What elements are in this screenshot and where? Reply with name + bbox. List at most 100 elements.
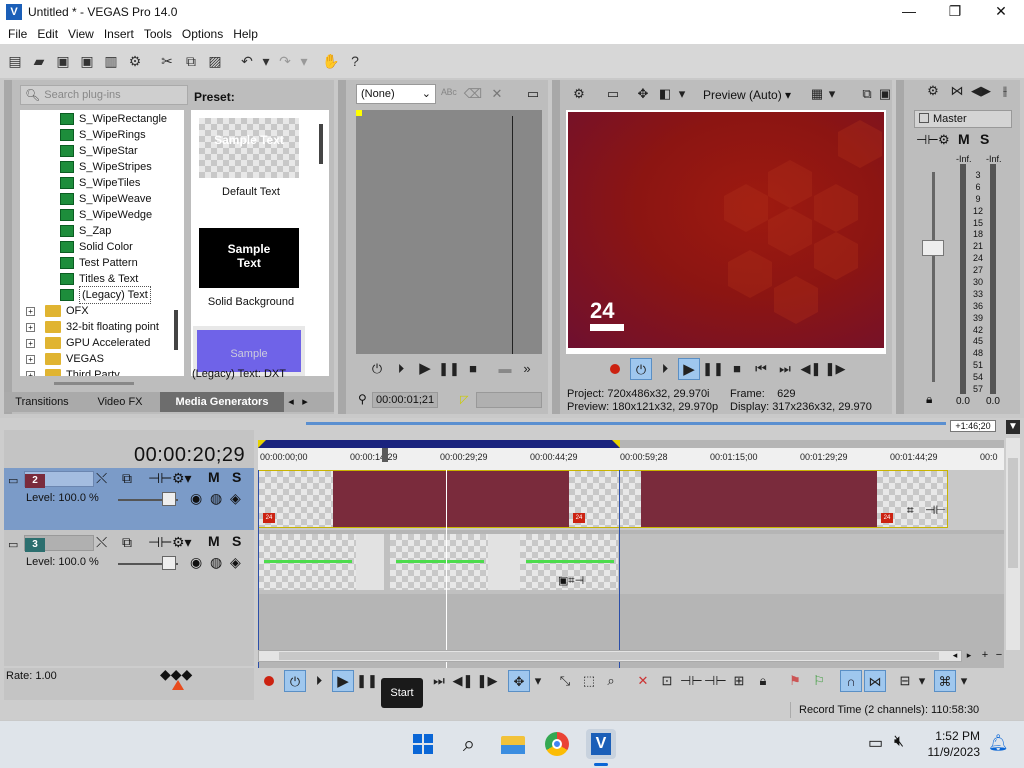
tab-scroll-right-icon[interactable]: ▸ — [298, 392, 312, 412]
make-compositing-child-icon[interactable]: ◍ — [210, 490, 222, 507]
grid-dropdown-icon[interactable]: ▾ — [826, 83, 838, 105]
panel-grip[interactable] — [552, 80, 560, 414]
trimmer-timecode[interactable]: 00:00:01;21 — [372, 392, 438, 408]
record-icon[interactable] — [610, 364, 620, 374]
vscroll-thumb[interactable] — [1008, 458, 1018, 568]
next-frame-icon[interactable]: ❚▶ — [824, 358, 846, 380]
tab-scroll-left-icon[interactable]: ◂ — [284, 392, 298, 412]
eraser-icon[interactable]: ⌫ — [462, 83, 484, 105]
search-icon[interactable]: ⌕ — [454, 729, 484, 759]
master-fader-handle[interactable] — [922, 240, 944, 256]
trim-end-icon[interactable]: ⊣⊢ — [704, 670, 727, 692]
previous-frame-icon[interactable]: ◀❚ — [452, 670, 474, 692]
tree-item[interactable]: S_WipeRings — [60, 127, 184, 143]
delete-x-icon[interactable]: ✕ — [486, 83, 508, 105]
mixer-fader-icon[interactable]: ⫲ — [994, 80, 1016, 102]
scroll-left-icon[interactable]: ◂ — [948, 650, 962, 662]
external-monitor-icon[interactable]: ▭ — [602, 83, 624, 105]
trimmer-length-field[interactable] — [476, 392, 542, 408]
track-level-handle[interactable] — [162, 556, 176, 570]
loop-playback-icon[interactable]: ⏻ — [630, 358, 652, 380]
auto-crossfade-icon[interactable]: ⋈ — [864, 670, 886, 692]
file-explorer-icon[interactable] — [498, 729, 528, 759]
make-compositing-parent-icon[interactable]: ◈ — [230, 490, 241, 507]
track-mute-button[interactable]: M — [208, 469, 220, 485]
envelopes-dropdown-icon[interactable]: ▾ — [958, 670, 970, 692]
compositing-mode-icon[interactable]: ◉ — [190, 490, 202, 507]
menu-view[interactable]: View — [68, 27, 94, 41]
preview-quality-select[interactable]: Preview (Auto) ▾ — [703, 88, 791, 102]
previous-frame-icon[interactable]: ◀❚ — [800, 358, 822, 380]
fx-gear-icon[interactable]: ⚙ — [938, 132, 950, 148]
go-to-end-icon[interactable]: ⏭ — [428, 670, 450, 692]
open-folder-icon[interactable]: ▰ — [30, 52, 48, 70]
play-from-start-icon[interactable]: ⏵ — [654, 358, 676, 380]
scroll-right-icon[interactable]: ▸ — [962, 650, 976, 662]
envelope-tool-icon[interactable]: ⤡ — [554, 670, 576, 692]
insert-marker-icon[interactable]: ⚑ — [784, 670, 806, 692]
add-to-timeline-icon[interactable]: ▬ — [494, 358, 516, 380]
tree-scrollbar[interactable] — [174, 310, 178, 350]
timeline-menu-icon[interactable]: ▼ — [1006, 420, 1020, 434]
tree-item[interactable]: S_WipeWeave — [60, 191, 184, 207]
tree-item[interactable]: Solid Color — [60, 239, 184, 255]
close-icon[interactable]: ✕ — [978, 0, 1024, 24]
tree-item-selected[interactable]: (Legacy) Text — [60, 286, 184, 304]
event-fx-icon[interactable]: ⊣⊢ — [925, 503, 946, 517]
zoom-in-icon[interactable]: + — [978, 650, 992, 662]
text-event[interactable]: ▣⌗⊣ — [258, 534, 618, 592]
tab-transitions[interactable]: Transitions — [4, 392, 80, 412]
redo-dropdown-icon[interactable]: ▾ — [300, 52, 308, 70]
tree-item[interactable]: S_WipeWedge — [60, 207, 184, 223]
undo-icon[interactable]: ↶ — [238, 52, 256, 70]
compositing-mode-icon[interactable]: ◉ — [190, 554, 202, 571]
mixer-downmix-icon[interactable]: ◀▶ — [970, 80, 992, 102]
track-fx-gear-icon[interactable]: ⚙▾ — [172, 534, 192, 551]
panel-grip[interactable] — [338, 80, 346, 414]
stop-icon[interactable]: ■ — [462, 358, 484, 380]
windows-start-icon[interactable] — [408, 729, 438, 759]
vegas-taskbar-icon[interactable]: V — [586, 729, 616, 759]
timeline-cursor-line[interactable] — [446, 470, 447, 668]
play-icon[interactable]: ▶ — [332, 670, 354, 692]
pause-icon[interactable]: ❚❚ — [438, 358, 460, 380]
mixer-collapse-icon[interactable]: ⋈ — [946, 80, 968, 102]
fast-forward-icon[interactable]: » — [516, 358, 538, 380]
preset-scrollbar[interactable] — [319, 124, 323, 164]
motion-blur-icon[interactable]: ⤬ — [96, 534, 107, 551]
collapse-track-icon[interactable]: ▭ — [8, 474, 18, 487]
save-snapshot-icon[interactable]: ▣ — [874, 83, 896, 105]
enable-snapping-icon[interactable]: ∩ — [840, 670, 862, 692]
tree-item[interactable]: Test Pattern — [60, 255, 184, 271]
motion-blur-icon[interactable]: ⤬ — [96, 470, 107, 487]
tab-media-generators[interactable]: Media Generators — [160, 392, 284, 412]
tree-item[interactable]: S_WipeStar — [60, 143, 184, 159]
menu-options[interactable]: Options — [182, 27, 223, 41]
tree-hscrollbar[interactable] — [54, 382, 134, 385]
new-file-icon[interactable]: ▤ — [6, 52, 24, 70]
hscroll-thumb[interactable] — [279, 652, 939, 660]
spellcheck-icon[interactable]: ᴬᴮᶜ — [438, 83, 460, 105]
tab-video-fx[interactable]: Video FX — [80, 392, 160, 412]
tree-folder[interactable]: + OFX — [26, 303, 184, 319]
loop-start-marker[interactable] — [258, 440, 266, 448]
insert-region-icon[interactable]: ⚐ — [808, 670, 830, 692]
timeline-vscrollbar[interactable] — [1006, 438, 1020, 650]
trim-icon[interactable]: ⊡ — [656, 670, 678, 692]
menu-file[interactable]: File — [8, 27, 27, 41]
redo-icon[interactable]: ↷ — [276, 52, 294, 70]
timeline-tracks[interactable]: 00:00:00;00 00:00:14;29 00:00:29;29 00:0… — [258, 440, 1004, 668]
chrome-icon[interactable] — [542, 729, 572, 759]
tree-folder[interactable]: + Third Party — [26, 367, 184, 376]
track-header-2[interactable]: ▭ 2 ⤬ ⧉ ⊣⊢ ⚙▾ M S Level: 100.0 % ◉ ◍ ◈ — [4, 468, 254, 530]
tree-item[interactable]: S_WipeTiles — [60, 175, 184, 191]
network-icon[interactable]: ▭ — [868, 733, 883, 753]
ripple-edit-icon[interactable]: ⊟ — [894, 670, 916, 692]
expand-icon[interactable]: + — [26, 338, 35, 348]
event-pan-crop-icon[interactable]: ⌗ — [907, 503, 914, 518]
collapse-track-icon[interactable]: ▭ — [8, 538, 18, 551]
playhead-handle[interactable] — [382, 448, 388, 462]
tree-folder[interactable]: + VEGAS — [26, 351, 184, 367]
mixer-gear-icon[interactable]: ⚙ — [922, 80, 944, 102]
tree-folder[interactable]: +32-bit floating point — [26, 319, 184, 335]
